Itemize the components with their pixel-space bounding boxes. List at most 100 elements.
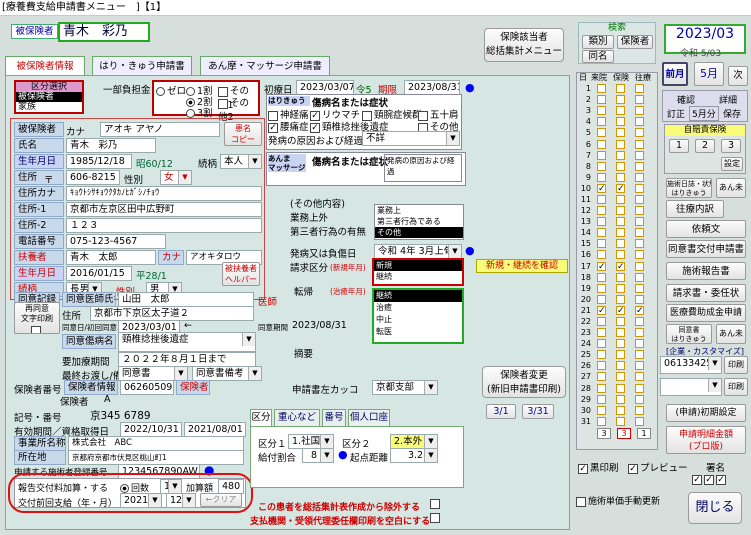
raiin-checkbox[interactable]: [597, 128, 606, 138]
kubun-item-kazoku[interactable]: 家族: [16, 102, 82, 112]
kubun-item-hihokensha[interactable]: 被保険者: [16, 92, 82, 102]
shinseisho-select[interactable]: 京都支部 ▼: [372, 380, 438, 395]
shozaichi-input[interactable]: 京都府京都市伏見区桃山町1: [68, 450, 244, 465]
hokensha-menu-button[interactable]: 保険該当者 総括集計メニュー: [484, 28, 564, 62]
raiin-checkbox[interactable]: [597, 372, 606, 382]
ouryou-checkbox[interactable]: [635, 328, 644, 338]
raiin-checkbox[interactable]: [597, 328, 606, 338]
ouryou-checkbox[interactable]: [635, 139, 644, 149]
helper-button[interactable]: 被扶養者 ヘルパー: [222, 262, 260, 286]
kaisuu-radio[interactable]: [120, 484, 129, 493]
saishu-select-1[interactable]: 同意書 ▼: [118, 366, 188, 381]
ouryou-checkbox[interactable]: [635, 239, 644, 249]
raiin-checkbox[interactable]: [597, 117, 606, 127]
tab-hari-kyu[interactable]: はり・きゅう申請書: [92, 56, 192, 76]
hoken-checkbox[interactable]: [616, 161, 625, 171]
cond-keitsui[interactable]: [310, 122, 320, 133]
date-0331-button[interactable]: 3/31: [522, 404, 554, 419]
ouryou-checkbox[interactable]: [635, 106, 644, 116]
shomei-checkbox-2[interactable]: [704, 474, 714, 485]
subtab-juushin[interactable]: 重心など: [274, 409, 320, 427]
raiin-checkbox[interactable]: [597, 139, 606, 149]
jibai-3-button[interactable]: 3: [721, 139, 741, 153]
hoken-checkbox[interactable]: [616, 305, 625, 315]
subtab-kojin-kouza[interactable]: 個人口座: [348, 409, 390, 427]
hoken-checkbox[interactable]: [616, 239, 625, 249]
hoken-checkbox[interactable]: [616, 383, 625, 393]
ouryou-checkbox[interactable]: [635, 272, 644, 282]
ouryou-checkbox[interactable]: [635, 350, 644, 360]
hoken-checkbox[interactable]: [616, 350, 625, 360]
toroku-input[interactable]: 1234567890AW: [118, 464, 200, 479]
bunrui-button[interactable]: 類別: [582, 35, 614, 49]
anma-nisshi-button[interactable]: あん未: [716, 178, 746, 198]
hoken-checkbox[interactable]: [616, 294, 625, 304]
raiin-checkbox[interactable]: [597, 272, 606, 282]
hoken-checkbox[interactable]: [616, 95, 625, 105]
ouryou-checkbox[interactable]: [635, 250, 644, 260]
address2-input[interactable]: １２３: [66, 218, 262, 233]
hozon-label[interactable]: 保存: [723, 107, 741, 120]
raiin-checkbox[interactable]: [597, 217, 606, 227]
jibai-settei-button[interactable]: 設定: [721, 157, 743, 171]
phone-input[interactable]: 075-123-4567: [66, 234, 166, 249]
postal-input[interactable]: 606-8215: [66, 170, 120, 185]
raiin-checkbox[interactable]: [597, 294, 606, 304]
hoken-checkbox[interactable]: [616, 139, 625, 149]
gyoumu-list[interactable]: 業務上 第三者行為である その他: [374, 204, 464, 240]
raiin-checkbox[interactable]: [597, 305, 606, 315]
cond-youtsuu[interactable]: [268, 122, 278, 133]
kaisuu-select[interactable]: 1▼: [160, 479, 182, 494]
doui-address-input[interactable]: 京都市下京区太子道２: [90, 306, 254, 321]
doui-koufu-button[interactable]: 同意書交付申請書: [666, 240, 746, 258]
raiin-checkbox[interactable]: [597, 161, 606, 171]
douisho-hari-button[interactable]: 同意書 はりきゅう: [666, 324, 712, 344]
address-kana-input[interactable]: ｷｮｳﾄｼｻｷｮｳｸﾀｶﾉﾋｶﾞｼﾉﾁｮｳ: [66, 186, 262, 201]
meisai-button[interactable]: 申請明細金額 (プロ版): [666, 426, 746, 454]
hokensha-henkou-button[interactable]: 保険者変更 (新旧申請書印刷): [482, 366, 566, 398]
redoui-button[interactable]: 再同意 文字印刷: [14, 302, 60, 334]
iryou-josei-button[interactable]: 医療費助成金申請: [666, 304, 746, 322]
zenkai-month-select[interactable]: 12 ▼: [166, 493, 196, 508]
kigyou-select[interactable]: 06133425 ▼: [660, 356, 722, 374]
kubun2-select[interactable]: 2.本外 ▼: [390, 434, 438, 449]
doui-doctor-input[interactable]: 山田 太郎: [118, 292, 254, 307]
kasangaku-input[interactable]: 480: [218, 479, 244, 494]
raiin-checkbox[interactable]: [597, 206, 606, 216]
hoken-checkbox[interactable]: [616, 394, 625, 404]
raiin-checkbox[interactable]: [597, 172, 606, 182]
raiin-checkbox[interactable]: [597, 283, 606, 293]
hoken-checkbox[interactable]: [616, 261, 625, 271]
raiin-checkbox[interactable]: [597, 405, 606, 415]
kigyou-print-1-button[interactable]: 印刷: [724, 356, 748, 374]
ouryou-checkbox[interactable]: [635, 161, 644, 171]
hokensha-button[interactable]: 保険者: [176, 380, 210, 395]
saishu-select-2[interactable]: 同意書備考 ▼: [192, 366, 262, 381]
tab-anma-massage[interactable]: あん摩・マッサージ申請書: [200, 56, 330, 76]
raiin-checkbox[interactable]: [597, 250, 606, 260]
ouryou-checkbox[interactable]: [635, 361, 644, 371]
hoken-checkbox[interactable]: [616, 283, 625, 293]
nisshi-button[interactable]: 施術日誌・状態 はりきゅう: [666, 178, 712, 198]
ouryou-checkbox[interactable]: [635, 95, 644, 105]
kikan-input[interactable]: 2023/08/31: [404, 80, 460, 95]
hoken-checkbox[interactable]: [616, 416, 625, 426]
next-month-button[interactable]: 次: [728, 66, 748, 86]
hoken-checkbox[interactable]: [616, 317, 625, 327]
tenki-list[interactable]: 継続 治癒 中止 転医: [372, 288, 464, 344]
raiin-checkbox[interactable]: [597, 261, 606, 271]
sejutsu-houkoku-button[interactable]: 施術報告書: [666, 262, 746, 280]
hoken-checkbox[interactable]: [616, 128, 625, 138]
shousai-label[interactable]: 詳細: [719, 93, 737, 106]
prev-month-button[interactable]: 前月: [662, 62, 688, 86]
hoken-checkbox[interactable]: [616, 228, 625, 238]
ouryou-checkbox[interactable]: [635, 84, 644, 94]
ouryou-checkbox[interactable]: [635, 228, 644, 238]
hokensha-no-input[interactable]: 06260509: [120, 380, 174, 395]
hoken-checkbox[interactable]: [616, 272, 625, 282]
yuukou-to-input[interactable]: 2021/08/01: [184, 422, 246, 437]
subtab-bangou[interactable]: 番号: [322, 409, 346, 427]
radio-3wari[interactable]: [186, 109, 195, 118]
ouryou-checkbox[interactable]: [635, 416, 644, 426]
ouryou-checkbox[interactable]: [635, 372, 644, 382]
